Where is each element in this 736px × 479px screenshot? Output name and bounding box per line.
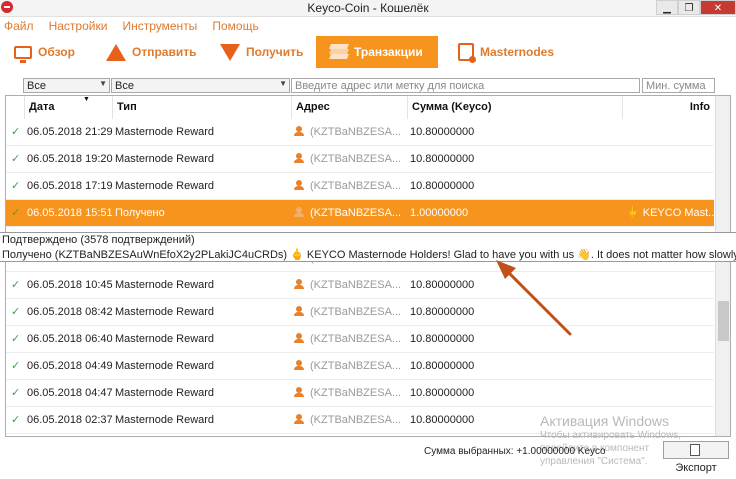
document-icon [689, 444, 700, 456]
export-button[interactable]: Экспорт [663, 441, 729, 474]
selected-sum-label: Сумма выбранных: +1.00000000 Keyco [424, 446, 606, 457]
footer-bar: Сумма выбранных: +1.00000000 Keyco Экспо… [0, 440, 736, 474]
annotation-arrow-icon [496, 260, 572, 336]
